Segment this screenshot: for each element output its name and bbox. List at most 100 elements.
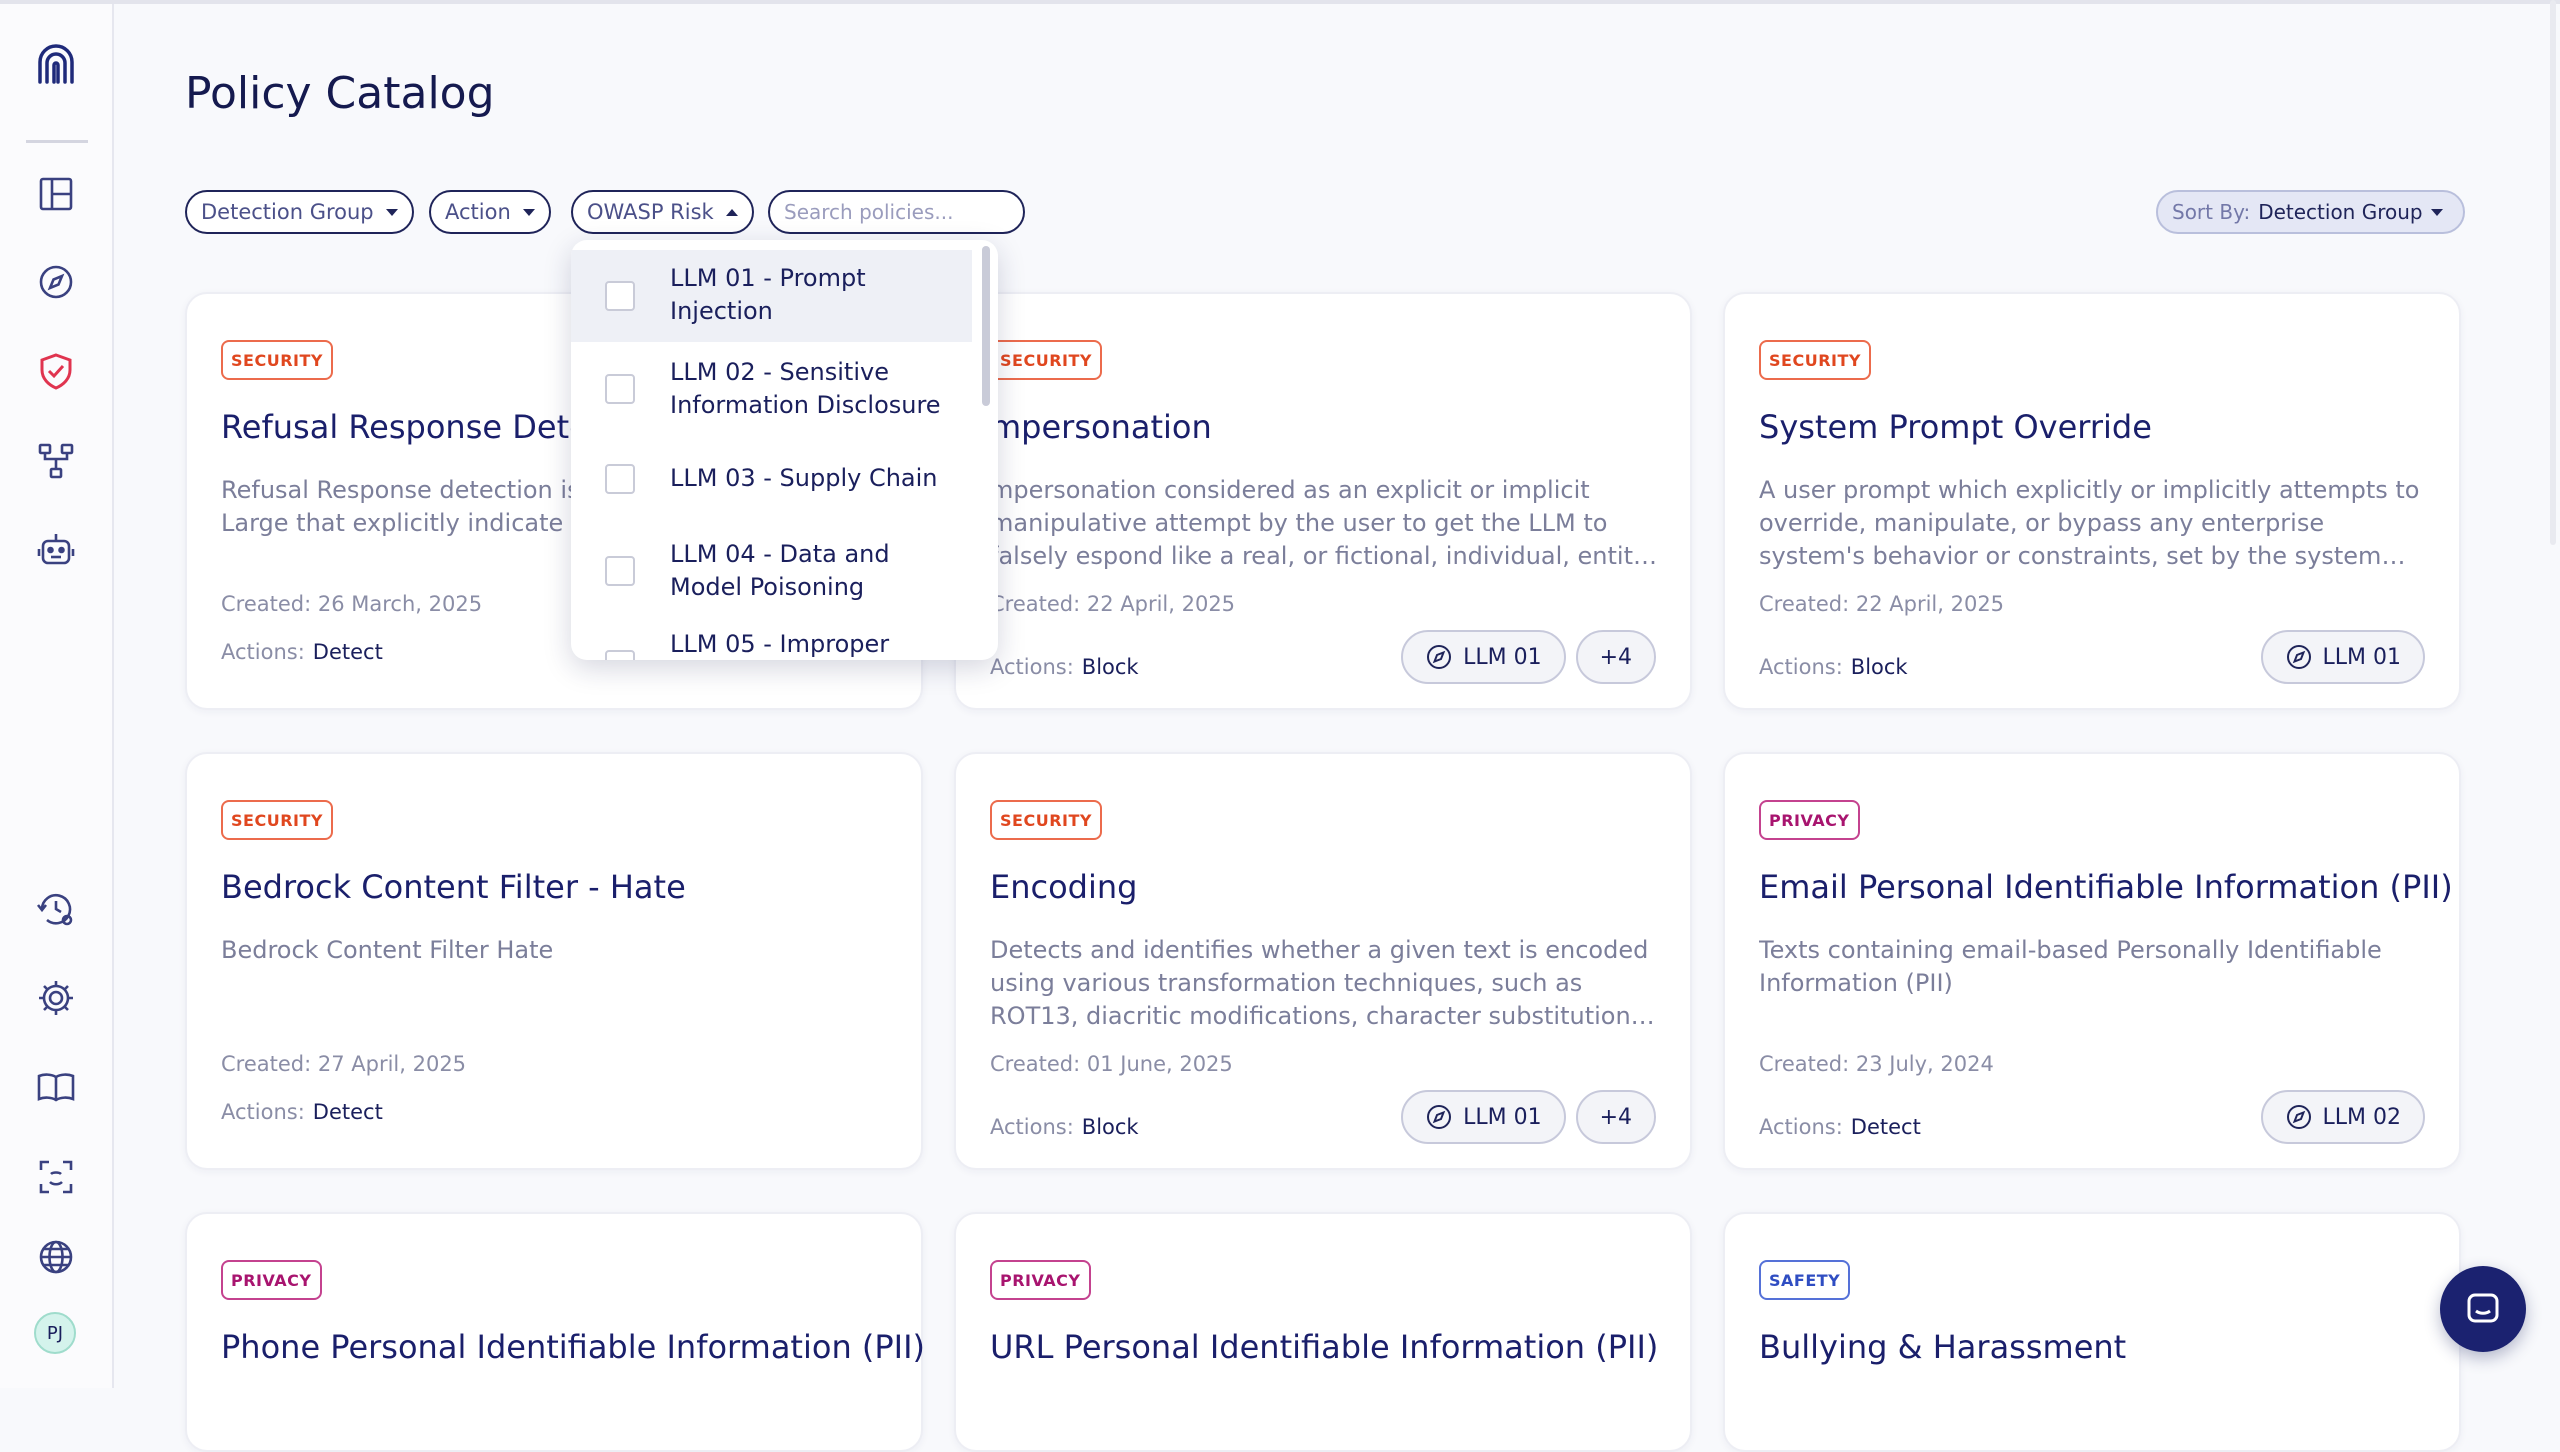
avatar[interactable]: PJ [34, 1312, 76, 1354]
more-tags-chip[interactable]: +4 [1575, 1090, 1656, 1144]
compass-icon [1427, 1105, 1452, 1129]
owasp-risk-filter[interactable]: OWASP Risk [571, 190, 754, 234]
caret-down-icon [385, 208, 398, 216]
owasp-tag[interactable]: LLM 01 [1401, 630, 1566, 684]
sort-by-dropdown[interactable]: Sort By: Detection Group [2156, 190, 2465, 234]
sidebar-divider [26, 140, 88, 143]
policy-description: Bedrock Content Filter Hate [221, 936, 554, 964]
option-label: LLM 01 - Prompt Injection [670, 264, 866, 325]
actions-row: Actions: Block [1759, 655, 1908, 679]
policy-title: Email Personal Identifiable Information … [1759, 868, 2453, 906]
dropdown-option[interactable]: LLM 03 - Supply Chain [571, 434, 972, 524]
compass-icon [2286, 645, 2311, 669]
owasp-tag[interactable]: LLM 01 [1401, 1090, 1566, 1144]
policy-title: URL Personal Identifiable Information (P… [990, 1328, 1659, 1366]
chat-launcher-button[interactable] [2440, 1266, 2526, 1352]
app-logo-icon[interactable] [28, 38, 84, 94]
owasp-tag-label: LLM 01 [1463, 644, 1542, 670]
policy-description: A user prompt which explicitly or implic… [1759, 476, 2420, 570]
actions-row: Actions: Detect [1759, 1115, 1921, 1139]
scan-icon[interactable] [28, 1149, 84, 1205]
actions-row: Actions: Block [990, 655, 1139, 679]
robot-icon[interactable] [28, 522, 84, 578]
compass-icon [1427, 645, 1452, 669]
dropdown-option[interactable]: LLM 02 - Sensitive Information Disclosur… [571, 342, 972, 434]
action-filter[interactable]: Action [429, 190, 551, 234]
policy-description: Texts containing email-based Personally … [1759, 936, 2382, 997]
actions-label: Actions: [1759, 655, 1843, 679]
owasp-tags: LLM 01 [2260, 630, 2425, 684]
option-checkbox[interactable] [605, 374, 635, 404]
dashboard-icon[interactable] [28, 166, 84, 222]
owasp-tags: LLM 02 [2260, 1090, 2425, 1144]
policy-description: Detects and identifies whether a given t… [990, 936, 1651, 1030]
actions-label: Actions: [990, 655, 1074, 679]
policy-card[interactable]: SECURITY System Prompt Override A user p… [1723, 292, 2461, 710]
detection-group-filter[interactable]: Detection Group [185, 190, 414, 234]
action-filter-label: Action [445, 200, 511, 224]
option-checkbox[interactable] [605, 650, 635, 660]
dropdown-option[interactable]: LLM 05 - Improper [571, 618, 972, 660]
more-tags-count: +4 [1599, 644, 1632, 670]
policy-card[interactable]: PRIVACY URL Personal Identifiable Inform… [954, 1212, 1692, 1452]
caret-down-icon [2430, 208, 2443, 216]
created-date: Created: 01 June, 2025 [990, 1052, 1233, 1076]
shield-check-icon[interactable] [28, 343, 84, 399]
actions-row: Actions: Detect [221, 640, 383, 664]
owasp-tag-label: LLM 01 [1463, 1104, 1542, 1130]
owasp-tag-label: LLM 02 [2322, 1104, 2401, 1130]
policy-card[interactable]: PRIVACY Phone Personal Identifiable Info… [185, 1212, 925, 1452]
policy-card[interactable]: SECURITY Bedrock Content Filter - Hate B… [185, 752, 923, 1170]
category-badge: SECURITY [990, 800, 1102, 840]
dropdown-option[interactable]: LLM 01 - Prompt Injection [571, 250, 972, 342]
owasp-tag-label: LLM 01 [2322, 644, 2401, 670]
owasp-risk-filter-label: OWASP Risk [587, 200, 714, 224]
category-badge: PRIVACY [990, 1260, 1091, 1300]
page-title: Policy Catalog [185, 68, 495, 119]
created-date: Created: 22 April, 2025 [990, 592, 1236, 616]
owasp-risk-dropdown-menu: LLM 01 - Prompt Injection LLM 02 - Sensi… [571, 240, 998, 660]
more-tags-count: +4 [1599, 1104, 1632, 1130]
policy-card[interactable]: SECURITY Encoding Detects and identifies… [954, 752, 1692, 1170]
detection-group-filter-label: Detection Group [201, 200, 374, 224]
dropdown-scrollbar[interactable] [982, 246, 990, 406]
page-scrollbar[interactable] [2550, 0, 2556, 545]
option-label: LLM 02 - Sensitive Information Disclosur… [670, 358, 941, 419]
policy-card[interactable]: PRIVACY Email Personal Identifiable Info… [1723, 752, 2461, 1170]
dropdown-option[interactable]: LLM 04 - Data and Model Poisoning [571, 524, 972, 618]
option-checkbox[interactable] [605, 281, 635, 311]
more-tags-chip[interactable]: +4 [1575, 630, 1656, 684]
actions-label: Actions: [990, 1115, 1074, 1139]
action-value: Detect [312, 1100, 383, 1124]
category-badge: SECURITY [990, 340, 1102, 380]
search-input[interactable] [768, 190, 1025, 234]
category-badge: SECURITY [221, 800, 333, 840]
option-checkbox[interactable] [605, 556, 635, 586]
book-icon[interactable] [28, 1059, 84, 1115]
owasp-tag[interactable]: LLM 02 [2260, 1090, 2425, 1144]
policy-card[interactable]: SAFETY Bullying & Harassment [1723, 1212, 2461, 1452]
sort-by-label: Sort By: [2172, 200, 2251, 224]
policy-card[interactable]: SECURITY mpersonation mpersonation consi… [954, 292, 1692, 710]
category-badge: SECURITY [1759, 340, 1871, 380]
option-label: LLM 04 - Data and Model Poisoning [670, 540, 890, 601]
category-badge: SECURITY [221, 340, 333, 380]
policy-title: Bedrock Content Filter - Hate [221, 868, 686, 906]
option-checkbox[interactable] [605, 464, 635, 494]
category-badge: PRIVACY [1759, 800, 1860, 840]
compass-icon[interactable] [28, 254, 84, 310]
gear-icon[interactable] [28, 970, 84, 1026]
globe-icon[interactable] [28, 1229, 84, 1285]
owasp-tags: LLM 01 +4 [1401, 1090, 1656, 1144]
option-label: LLM 03 - Supply Chain [670, 464, 938, 492]
policy-title: Bullying & Harassment [1759, 1328, 2127, 1366]
top-border [0, 0, 2560, 4]
option-label: LLM 05 - Improper [670, 630, 890, 658]
history-settings-icon[interactable] [28, 881, 84, 937]
compass-icon [2286, 1105, 2311, 1129]
owasp-tag[interactable]: LLM 01 [2260, 630, 2425, 684]
sort-by-value: Detection Group [2258, 200, 2423, 224]
policy-title: Refusal Response Detec [221, 408, 607, 446]
caret-down-icon [522, 208, 535, 216]
workflow-icon[interactable] [28, 433, 84, 489]
